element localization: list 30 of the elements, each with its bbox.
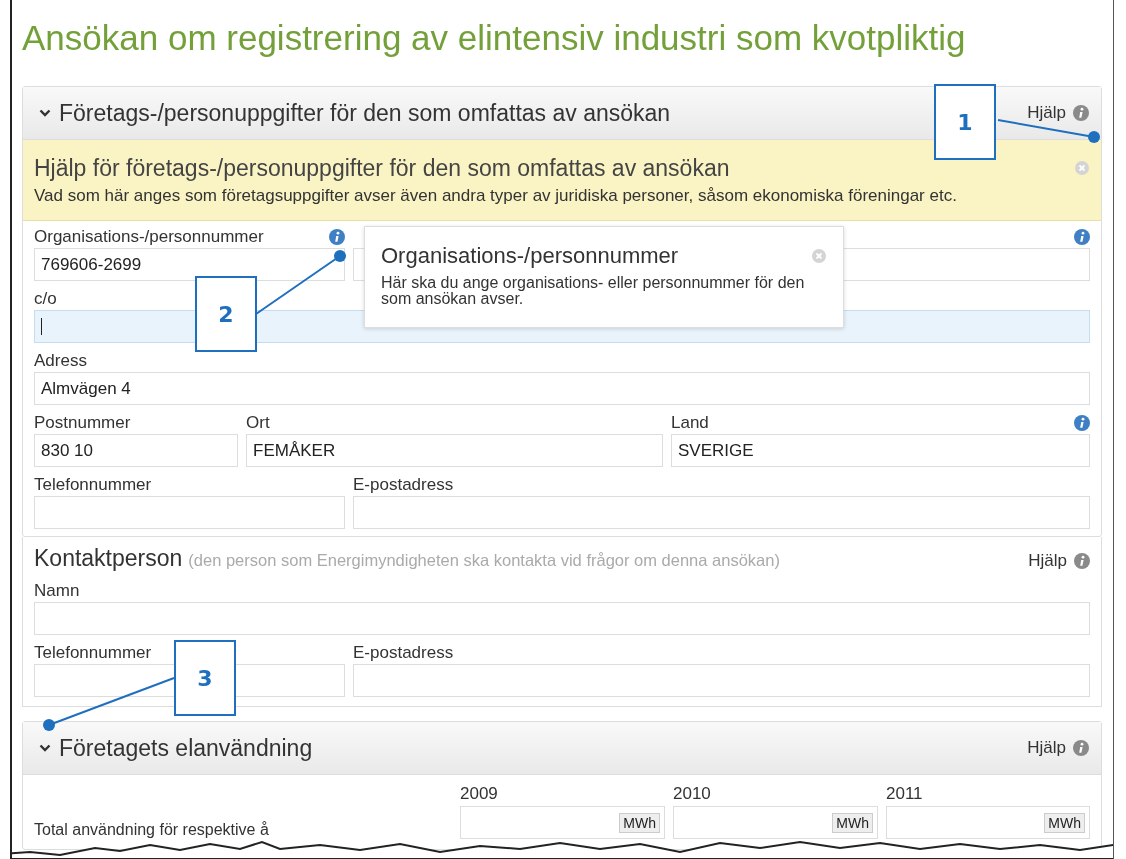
callout-number: 2 [195,276,257,352]
unit-label: MWh [619,812,660,833]
field-label: E-postadress [353,475,454,495]
callout-number: 3 [174,640,236,716]
field-label: Adress [34,351,87,371]
field-label: Namn [34,581,80,601]
field-label: Organisations-/personnummer [34,227,264,247]
section-note: (den person som Energimyndigheten ska kontakta vid frågor om denna ansökan) [188,551,781,570]
section-title: Kontaktperson [34,545,183,572]
field-label: c/o [34,289,57,309]
page-title: Ansökan om registrering av elintensiv industri som kvotpliktig [22,18,967,58]
unit-label: MWh [832,812,873,833]
row-label: Total användning för respektive å [34,821,270,839]
year-label: 2009 [460,783,499,805]
tooltip-title: Organisations-/personnummer [381,243,680,269]
callout-number: 1 [934,84,996,160]
year-label: 2010 [673,783,712,805]
field-label: Ort [246,413,270,433]
field-label: Telefonnummer [34,643,152,663]
field-label: Postnummer [34,413,131,433]
help-title: Hjälp för företags-/personuppgifter för den som omfattas av ansökan [34,154,730,182]
help-text: Vad som här anges som företagsuppgifter avser även andra typer av juridiska personer, såsom ekonomiska föreningar etc. [34,185,958,207]
year-label: 2011 [886,783,924,805]
section-title: Företags-/personuppgifter för den som omfattas av ansökan [59,99,671,127]
section-title: Företagets elanvändning [59,734,313,762]
field-label: Telefonnummer [34,475,152,495]
field-label: Land [671,413,709,433]
field-label: E-postadress [353,643,454,663]
tooltip-text: Här ska du ange organisations- eller personnummer för den som ansökan avser. [381,275,806,307]
unit-label: MWh [1044,812,1085,833]
